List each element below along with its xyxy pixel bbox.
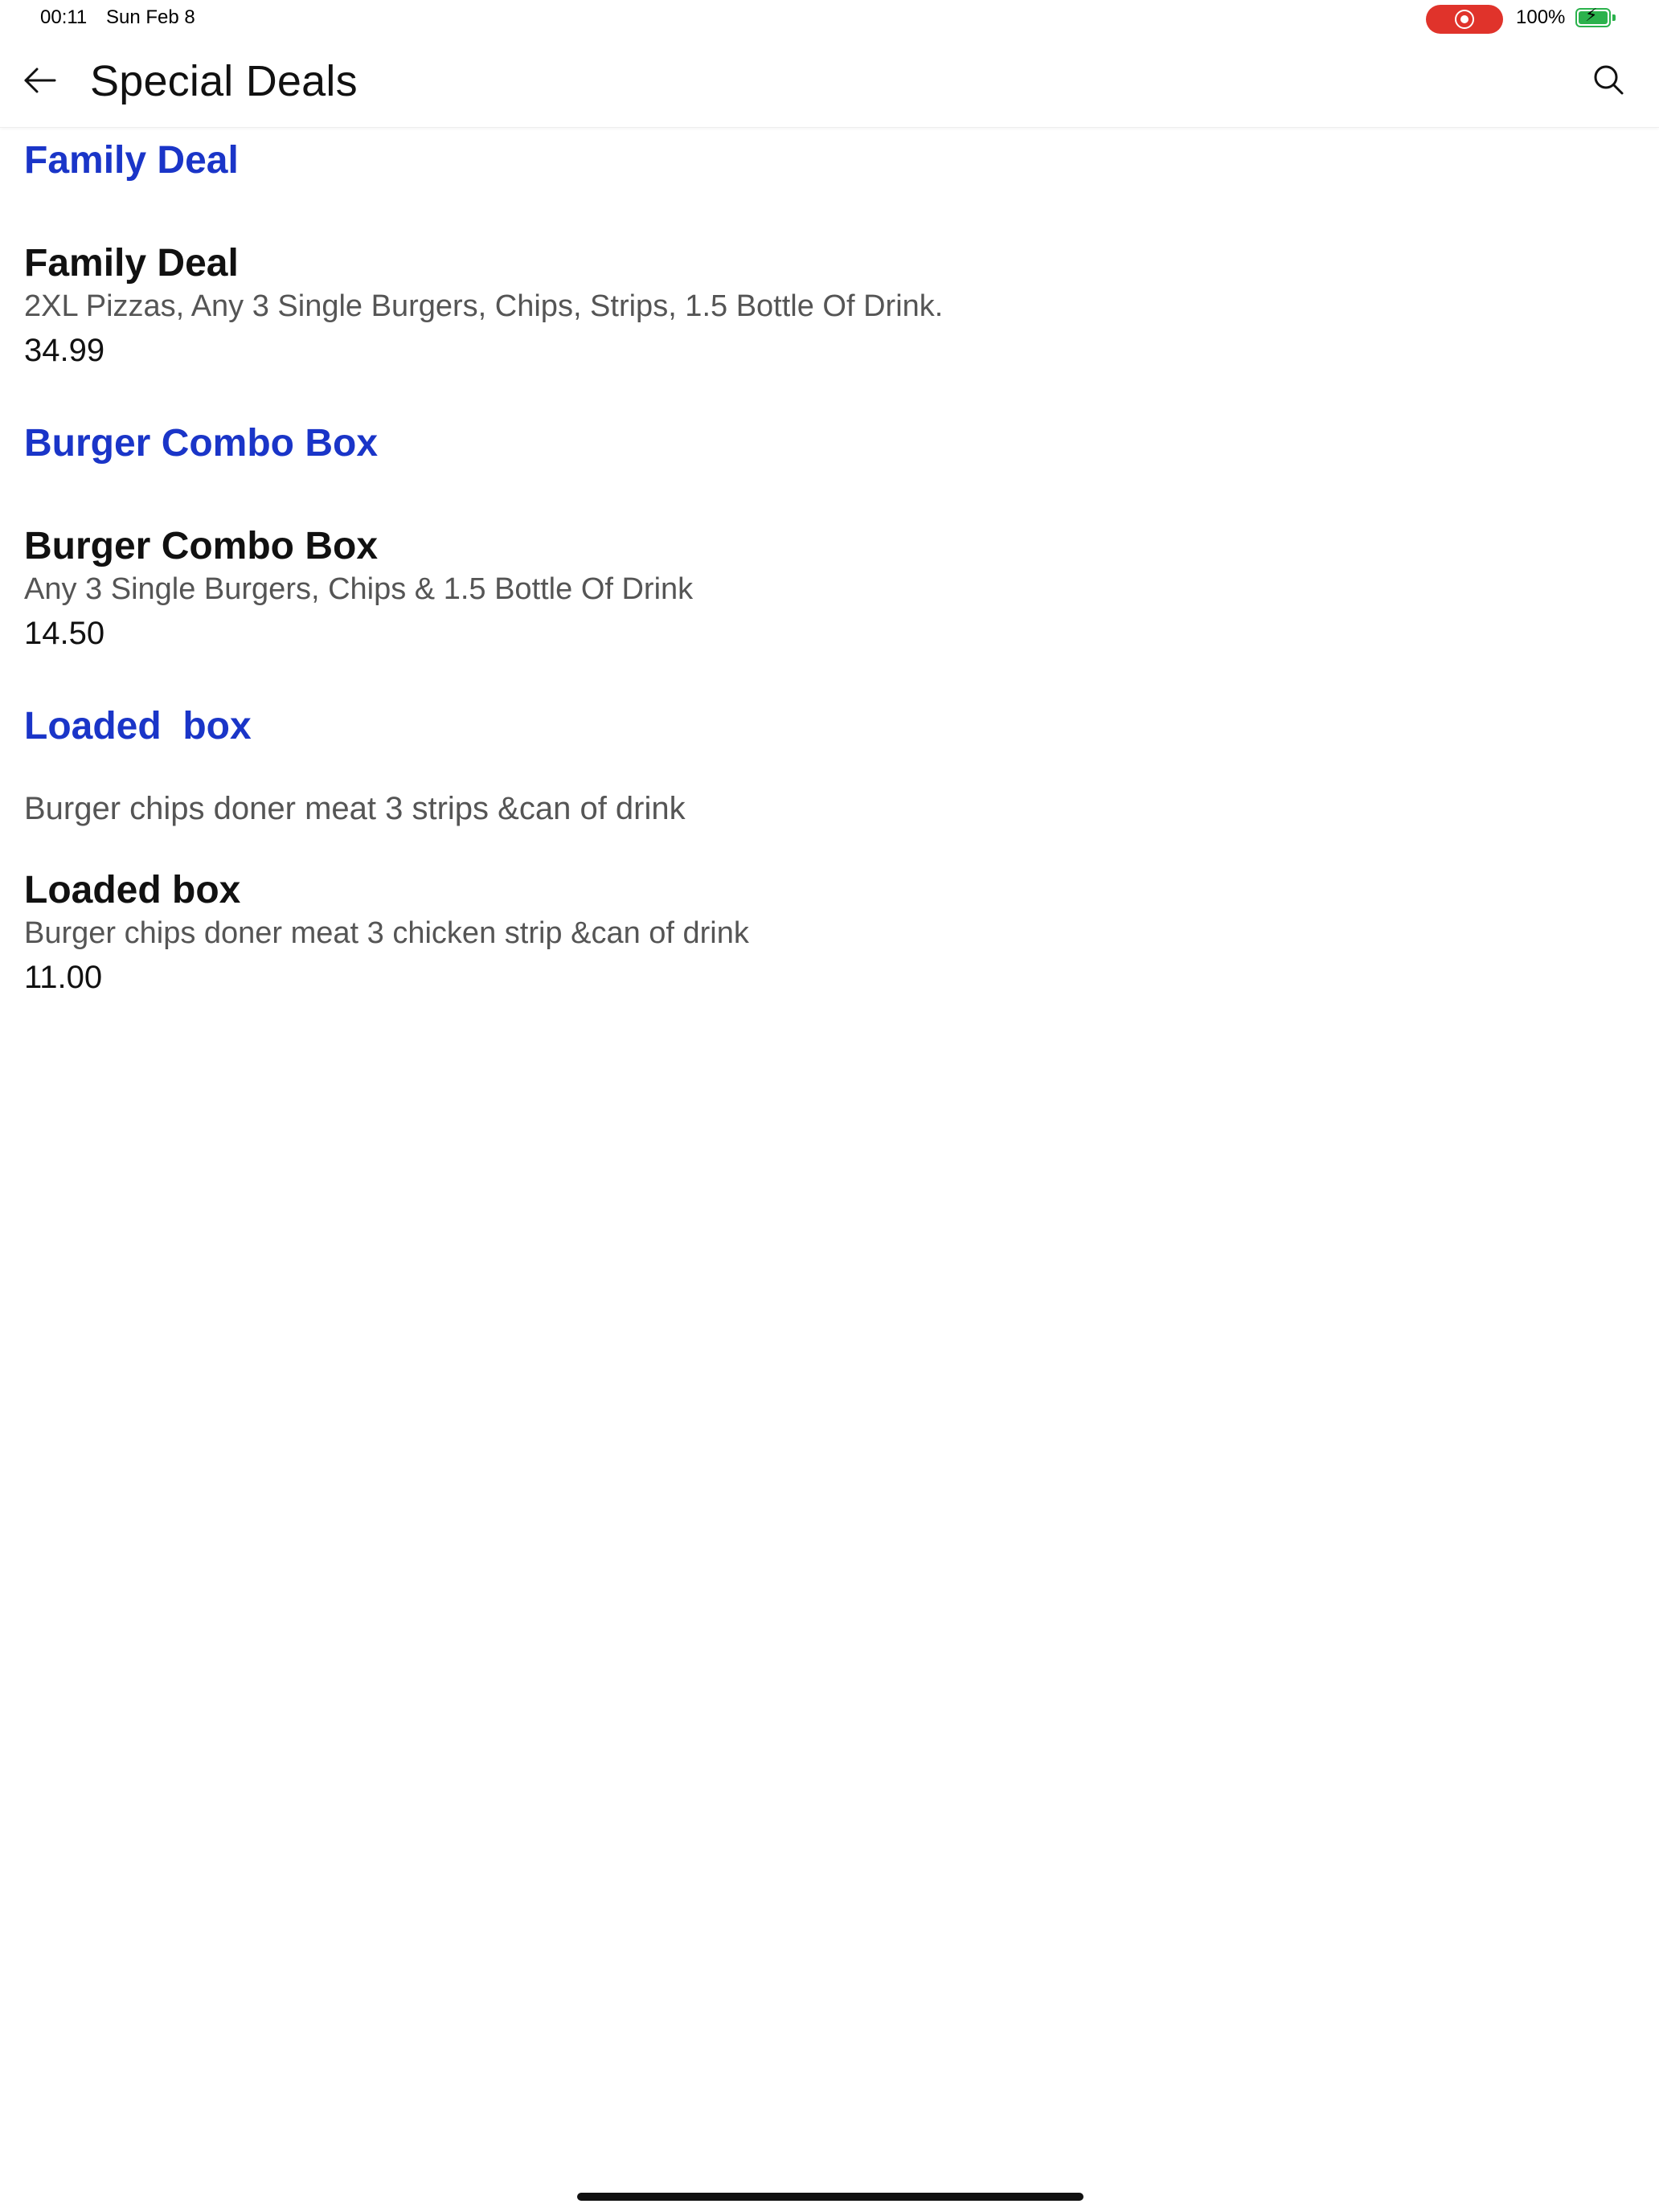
battery-percent: 100% (1516, 6, 1566, 28)
status-bar: 00:11 Sun Feb 8 100% ⚡ (0, 0, 1659, 39)
page: 00:11 Sun Feb 8 100% ⚡ Special Deals Fam… (0, 0, 1659, 2212)
screen-recording-icon[interactable] (1426, 5, 1503, 34)
battery-charging-icon: ⚡ (1575, 6, 1611, 27)
item-price: 11.00 (24, 960, 103, 995)
item-description: Burger chips doner meat 3 chicken strip … (24, 916, 749, 950)
category-title-burger-combo-box: Burger Combo Box (24, 422, 379, 465)
category-title-family-deal: Family Deal (24, 139, 239, 182)
search-icon (1594, 65, 1624, 95)
item-description: Any 3 Single Burgers, Chips & 1.5 Bottle… (24, 572, 694, 606)
item-description: 2XL Pizzas, Any 3 Single Burgers, Chips,… (24, 289, 944, 323)
back-button[interactable] (18, 58, 63, 103)
app-header: Special Deals (0, 39, 1659, 128)
item-name: Family Deal (24, 242, 239, 285)
arrow-left-icon (24, 68, 56, 93)
status-date: Sun Feb 8 (106, 6, 195, 28)
item-name: Loaded box (24, 869, 241, 911)
page-title: Special Deals (90, 57, 358, 105)
category-title-loaded-box: Loaded box (24, 705, 252, 748)
status-time: 00:11 (40, 6, 88, 28)
item-price: 14.50 (24, 616, 105, 651)
item-name: Burger Combo Box (24, 525, 379, 567)
battery-cap (1612, 14, 1616, 21)
category-description: Burger chips doner meat 3 strips &can of… (24, 791, 686, 826)
home-indicator[interactable] (577, 2193, 1083, 2201)
search-button[interactable] (1588, 59, 1630, 101)
item-price: 34.99 (24, 333, 105, 368)
